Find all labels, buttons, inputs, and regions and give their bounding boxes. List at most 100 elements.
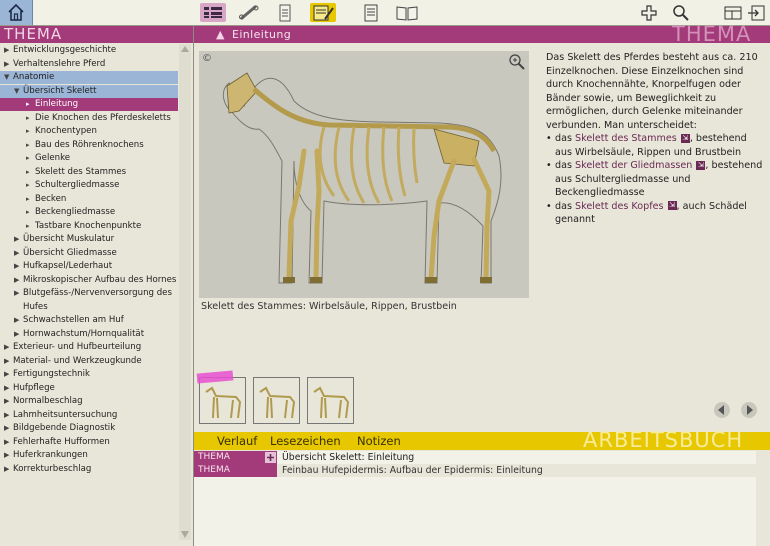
sidebar-item[interactable]: ▸ Die Knochen des Pferdeskeletts <box>0 112 178 125</box>
expand-arrow-icon[interactable]: ▶ <box>14 274 23 287</box>
expand-arrow-icon[interactable]: ▸ <box>26 206 35 219</box>
expand-arrow-icon[interactable]: ▸ <box>26 98 35 111</box>
sidebar-item-label: Übersicht Muskulatur <box>23 234 115 244</box>
sidebar-item[interactable]: ▸ Skelett des Stammes <box>0 166 178 179</box>
history-row[interactable]: THEMA Übersicht Skelett: Einleitung <box>194 451 756 464</box>
copyright-icon: © <box>202 53 212 64</box>
expand-arrow-icon[interactable]: ▼ <box>14 85 23 98</box>
link-skelett-gliedmassen[interactable]: Skelett der Gliedmassen <box>575 160 692 171</box>
add-bookmark-button[interactable] <box>636 3 662 22</box>
exit-button[interactable] <box>744 3 770 22</box>
sidebar-item[interactable]: ▶ Verhaltenslehre Pferd <box>0 58 178 71</box>
sidebar-item[interactable]: ▸ Beckengliedmasse <box>0 206 178 219</box>
expand-arrow-icon[interactable]: ▶ <box>4 382 13 395</box>
thumbnail-2[interactable] <box>253 377 300 424</box>
search-button[interactable] <box>668 3 694 22</box>
expand-arrow-icon[interactable]: ▶ <box>4 422 13 435</box>
sidebar-item[interactable]: ▸ Schultergliedmasse <box>0 179 178 192</box>
expand-arrow-icon[interactable]: ▸ <box>26 152 35 165</box>
expand-arrow-icon[interactable]: ▶ <box>4 463 13 476</box>
plus-icon <box>641 4 657 21</box>
expand-arrow-icon[interactable]: ▸ <box>26 193 35 206</box>
tab-verlauf[interactable]: Verlauf <box>217 432 257 450</box>
expand-arrow-icon[interactable]: ▶ <box>4 395 13 408</box>
sidebar-item[interactable]: ▸ Tastbare Knochenpunkte <box>0 220 178 233</box>
sidebar-item[interactable]: ▶ Blutgefäss-/Nervenversorgung des <box>0 287 178 300</box>
sidebar-item[interactable]: ▶ Bildgebende Diagnostik <box>0 422 178 435</box>
expand-arrow-icon[interactable]: ▼ <box>4 71 13 84</box>
sidebar-item[interactable]: ▶ Übersicht Muskulatur <box>0 233 178 246</box>
tab-notizen[interactable]: Notizen <box>357 432 401 450</box>
bone-button[interactable] <box>236 3 262 22</box>
thema-view-button[interactable] <box>200 3 226 22</box>
sidebar-item[interactable]: ▶ Material- und Werkzeugkunde <box>0 355 178 368</box>
expand-arrow-icon[interactable]: ▶ <box>4 355 13 368</box>
sidebar-item[interactable]: ▶ Lahmheitsuntersuchung <box>0 409 178 422</box>
workbook-scrollbar[interactable] <box>757 451 770 546</box>
expand-arrow-icon[interactable]: ▶ <box>14 233 23 246</box>
tab-lesezeichen[interactable]: Lesezeichen <box>270 432 341 450</box>
expand-arrow-icon[interactable]: ▶ <box>4 44 13 57</box>
expand-arrow-icon[interactable]: ▶ <box>4 409 13 422</box>
expand-arrow-icon[interactable]: ▶ <box>14 314 23 327</box>
sidebar-item[interactable]: ▶ Fertigungstechnik <box>0 368 178 381</box>
link-skelett-kopfes[interactable]: Skelett des Kopfes <box>575 201 663 212</box>
expand-plus-icon[interactable] <box>265 452 276 463</box>
expand-arrow-icon[interactable]: ▶ <box>4 341 13 354</box>
history-row[interactable]: THEMA Feinbau Hufepidermis: Aufbau der E… <box>194 464 756 477</box>
expand-arrow-icon[interactable]: ▶ <box>4 449 13 462</box>
sidebar-item[interactable]: ▸ Becken <box>0 193 178 206</box>
glossary-button[interactable] <box>272 3 298 22</box>
notes-button[interactable] <box>310 3 336 22</box>
sidebar-item[interactable]: ▶ Normalbeschlag <box>0 395 178 408</box>
expand-arrow-icon[interactable]: ▸ <box>26 139 35 152</box>
sidebar-item[interactable]: ▶ Fehlerhafte Hufformen <box>0 436 178 449</box>
window-button[interactable] <box>720 3 746 22</box>
sidebar-item[interactable]: ▸ Bau des Röhrenknochens <box>0 139 178 152</box>
thumbnail-1[interactable] <box>196 370 246 424</box>
link-window-icon[interactable]: ⇲ <box>680 133 690 143</box>
sidebar-item[interactable]: ▼ Übersicht Skelett <box>0 84 178 98</box>
expand-arrow-icon[interactable]: ▶ <box>14 260 23 273</box>
sidebar-item[interactable]: ▸ Gelenke <box>0 152 178 165</box>
expand-arrow-icon[interactable]: ▶ <box>4 436 13 449</box>
sidebar-item[interactable]: ▶ Hornwachstum/Hornqualität <box>0 328 178 341</box>
expand-arrow-icon[interactable]: ▸ <box>26 179 35 192</box>
expand-arrow-icon[interactable]: ▸ <box>26 112 35 125</box>
sidebar-item[interactable]: ▸ Knochentypen <box>0 125 178 138</box>
sidebar-item[interactable]: Hufes <box>0 301 178 314</box>
sidebar-item[interactable]: ▶ Korrekturbeschlag <box>0 463 178 476</box>
next-icon[interactable] <box>740 401 758 419</box>
sidebar-item[interactable]: ▶ Hufkapsel/Lederhaut <box>0 260 178 273</box>
sidebar-item[interactable]: ▶ Schwachstellen am Huf <box>0 314 178 327</box>
thema-watermark: THEMA <box>672 22 752 46</box>
sidebar-scrollbar[interactable] <box>179 44 191 540</box>
sidebar-item[interactable]: ▶ Hufpflege <box>0 382 178 395</box>
thumbnail-3[interactable] <box>307 377 354 424</box>
expand-arrow-icon[interactable]: ▸ <box>26 220 35 233</box>
document-button[interactable] <box>358 3 384 22</box>
expand-arrow-icon[interactable]: ▶ <box>14 287 23 300</box>
up-arrow-icon[interactable]: ▲ <box>216 28 224 41</box>
sidebar-item[interactable]: ▶ Entwicklungsgeschichte <box>0 44 178 57</box>
expand-arrow-icon[interactable]: ▸ <box>26 166 35 179</box>
sidebar-item[interactable]: ▶ Huferkrankungen <box>0 449 178 462</box>
sidebar-item-label: Hufkapsel/Lederhaut <box>23 261 113 271</box>
sidebar-item[interactable]: ▶ Übersicht Gliedmasse <box>0 247 178 260</box>
sidebar-item[interactable]: ▸ Einleitung <box>0 98 178 111</box>
expand-arrow-icon[interactable]: ▸ <box>26 125 35 138</box>
zoom-icon[interactable] <box>508 53 526 71</box>
sidebar-item[interactable]: ▶ Exterieur- und Hufbeurteilung <box>0 341 178 354</box>
image-caption: Skelett des Stammes: Wirbelsäule, Rippen… <box>201 301 457 312</box>
link-skelett-stammes[interactable]: Skelett des Stammes <box>575 133 677 144</box>
expand-arrow-icon[interactable]: ▶ <box>14 328 23 341</box>
expand-arrow-icon[interactable]: ▶ <box>4 58 13 71</box>
expand-arrow-icon[interactable]: ▶ <box>4 368 13 381</box>
sidebar-item[interactable]: ▼ Anatomie <box>0 71 178 84</box>
link-window-icon[interactable]: ⇲ <box>667 201 677 210</box>
home-button[interactable] <box>0 0 33 25</box>
prev-icon[interactable] <box>713 401 731 419</box>
book-button[interactable] <box>394 3 420 22</box>
sidebar-item[interactable]: ▶ Mikroskopischer Aufbau des Hornes <box>0 274 178 287</box>
expand-arrow-icon[interactable]: ▶ <box>14 247 23 260</box>
